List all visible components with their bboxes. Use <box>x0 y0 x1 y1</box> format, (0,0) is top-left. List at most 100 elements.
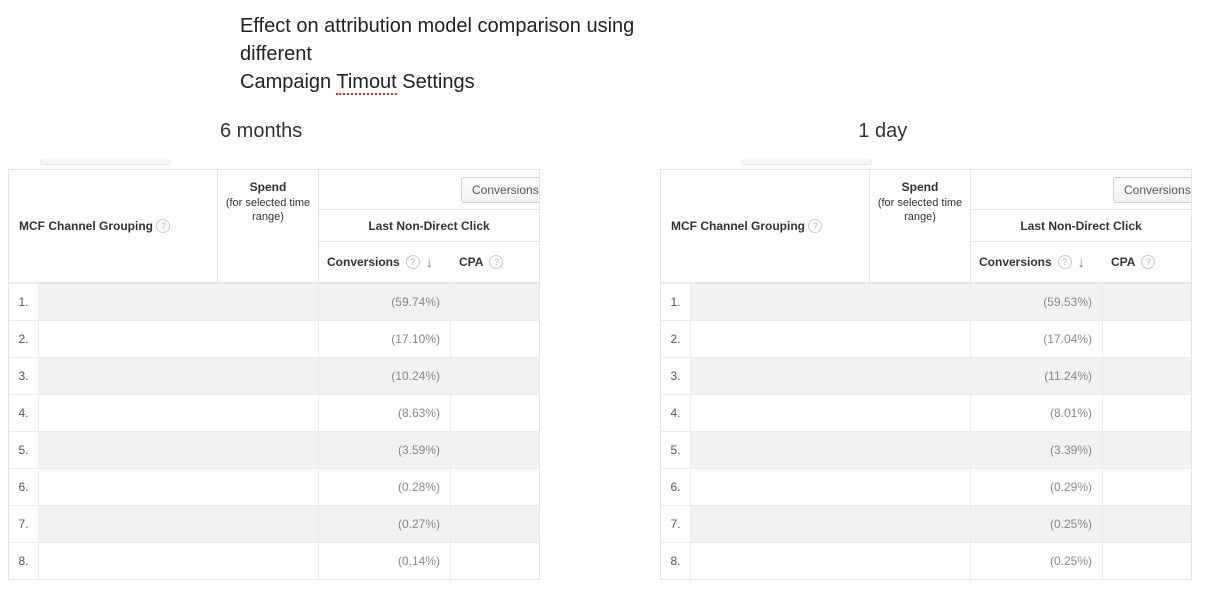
row-body <box>39 506 319 542</box>
table-row[interactable]: 2.(17.04%) <box>661 320 1191 357</box>
row-index: 7. <box>9 506 39 542</box>
table-row[interactable]: 8.(0.14%) <box>9 542 539 579</box>
table-row[interactable]: 5. (3.39%) <box>661 431 1191 468</box>
conversions-dropdown[interactable]: Conversions <box>461 177 539 203</box>
row-cpa <box>451 358 539 394</box>
header-spend-sub: (for selected time range) <box>226 197 310 223</box>
sort-arrow-down-icon[interactable]: ↓ <box>1078 254 1085 270</box>
table-row[interactable]: 1. (59.74%) <box>9 283 539 320</box>
help-icon[interactable]: ? <box>489 255 503 269</box>
title-line-2a: Campaign <box>240 71 336 93</box>
help-icon[interactable]: ? <box>808 219 822 233</box>
table-row[interactable]: 4. (8.01%) <box>661 394 1191 431</box>
row-index: 4. <box>661 395 691 431</box>
row-body <box>691 358 971 394</box>
header-model: Last Non-Direct Click <box>971 210 1191 242</box>
header-cpa[interactable]: CPA ? <box>1111 255 1191 269</box>
row-body <box>39 469 319 505</box>
row-body <box>691 284 971 320</box>
table-row[interactable]: 8.(0.25%) <box>661 542 1191 579</box>
row-body <box>691 506 971 542</box>
title-line-1: Effect on attribution model comparison u… <box>240 15 634 65</box>
header-cpa[interactable]: CPA ? <box>459 255 539 269</box>
row-cpa <box>1103 543 1191 579</box>
header-spend: Spend (for selected time range) <box>218 170 318 282</box>
row-body <box>39 358 319 394</box>
header-mcf-channel[interactable]: MCF Channel Grouping ? <box>661 170 870 282</box>
row-conversions-pct: (59.53%) <box>971 284 1103 320</box>
header-spend-sub: (for selected time range) <box>878 197 962 223</box>
row-body <box>39 284 319 320</box>
table-row[interactable]: 7. (0.27%) <box>9 505 539 542</box>
header-mcf-label: MCF Channel Grouping <box>19 219 153 233</box>
table-row[interactable]: 6. (0.28%) <box>9 468 539 505</box>
row-cpa <box>1103 469 1191 505</box>
table-row[interactable]: 4.(8.63%) <box>9 394 539 431</box>
row-cpa <box>451 469 539 505</box>
help-icon[interactable]: ? <box>156 219 170 233</box>
table-row[interactable]: 5.(3.59%) <box>9 431 539 468</box>
row-index: 3. <box>661 358 691 394</box>
table-row[interactable]: 3.(10.24%) <box>9 357 539 394</box>
row-cpa <box>1103 395 1191 431</box>
row-cpa <box>1103 358 1191 394</box>
row-conversions-pct: (17.10%) <box>319 321 451 357</box>
row-index: 2. <box>9 321 39 357</box>
row-index: 6. <box>661 469 691 505</box>
row-index: 6. <box>9 469 39 505</box>
row-index: 5. <box>9 432 39 468</box>
header-conversions[interactable]: Conversions ? ↓ <box>319 254 459 270</box>
help-icon[interactable]: ? <box>1141 255 1155 269</box>
row-index: 1. <box>661 284 691 320</box>
row-conversions-pct: (0.25%) <box>971 506 1103 542</box>
label-1-day: 1 day <box>858 120 907 143</box>
row-index: 5. <box>661 432 691 468</box>
conversions-dropdown[interactable]: Conversions & <box>1113 177 1191 203</box>
row-index: 7. <box>661 506 691 542</box>
row-conversions-pct: (0.14%) <box>319 543 451 579</box>
table-6-months: MCF Channel Grouping ? Spend (for select… <box>8 159 540 580</box>
row-index: 1. <box>9 284 39 320</box>
row-conversions-pct: (59.74%) <box>319 284 451 320</box>
row-cpa <box>451 284 539 320</box>
table-top-stub <box>40 159 170 165</box>
row-conversions-pct: (0.29%) <box>971 469 1103 505</box>
header-conversions-label: Conversions <box>979 255 1052 269</box>
header-cpa-label: CPA <box>459 255 483 269</box>
row-cpa <box>1103 432 1191 468</box>
row-cpa <box>1103 506 1191 542</box>
title-line-2b: Settings <box>397 71 475 93</box>
row-cpa <box>451 506 539 542</box>
row-index: 2. <box>661 321 691 357</box>
table-row[interactable]: 3. (11.24%) <box>661 357 1191 394</box>
row-cpa <box>451 321 539 357</box>
row-cpa <box>1103 321 1191 357</box>
table-row[interactable]: 6. (0.29%) <box>661 468 1191 505</box>
sort-arrow-down-icon[interactable]: ↓ <box>426 254 433 270</box>
help-icon[interactable]: ? <box>406 255 420 269</box>
row-conversions-pct: (8.01%) <box>971 395 1103 431</box>
row-conversions-pct: (11.24%) <box>971 358 1103 394</box>
table-1-day: MCF Channel Grouping ? Spend (for select… <box>660 159 1192 580</box>
row-conversions-pct: (0.25%) <box>971 543 1103 579</box>
header-mcf-channel[interactable]: MCF Channel Grouping ? <box>9 170 218 282</box>
row-conversions-pct: (0.28%) <box>319 469 451 505</box>
row-body <box>691 432 971 468</box>
row-cpa <box>451 543 539 579</box>
row-conversions-pct: (0.27%) <box>319 506 451 542</box>
row-cpa <box>451 395 539 431</box>
header-conversions[interactable]: Conversions ? ↓ <box>971 254 1111 270</box>
row-conversions-pct: (3.39%) <box>971 432 1103 468</box>
page-title: Effect on attribution model comparison u… <box>0 0 680 96</box>
row-body <box>39 395 319 431</box>
row-body <box>691 543 971 579</box>
row-index: 3. <box>9 358 39 394</box>
help-icon[interactable]: ? <box>1058 255 1072 269</box>
header-mcf-label: MCF Channel Grouping <box>671 219 805 233</box>
table-row[interactable]: 7. (0.25%) <box>661 505 1191 542</box>
table-row[interactable]: 2. (17.10%) <box>9 320 539 357</box>
header-conversions-label: Conversions <box>327 255 400 269</box>
row-body <box>691 469 971 505</box>
row-cpa <box>1103 284 1191 320</box>
table-row[interactable]: 1. (59.53%) <box>661 283 1191 320</box>
